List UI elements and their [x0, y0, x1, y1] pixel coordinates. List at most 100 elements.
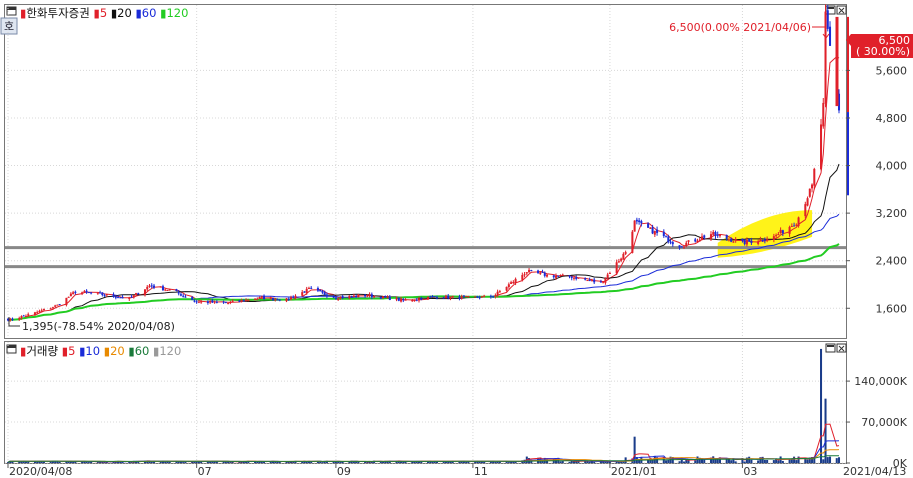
- candle-body: [152, 285, 156, 288]
- candle-body: [523, 274, 526, 276]
- candle-body: [826, 10, 829, 29]
- candle-body: [624, 252, 627, 254]
- candle-body: [159, 286, 162, 288]
- candle-body: [811, 184, 814, 189]
- candle-body: [341, 296, 344, 298]
- candle-body: [292, 296, 295, 298]
- candle-body: [294, 295, 297, 298]
- candle-body: [539, 272, 542, 274]
- volume-bar: [683, 461, 686, 463]
- candle-body: [274, 299, 277, 301]
- volume-bar: [431, 462, 434, 463]
- candle-body: [65, 297, 68, 306]
- candle-body: [444, 295, 447, 299]
- volume-bar: [617, 461, 620, 463]
- volume-bar: [750, 459, 753, 463]
- candle-body: [732, 241, 735, 243]
- candle-body: [683, 246, 686, 248]
- candle-body: [687, 240, 690, 242]
- x-tick-label: 03: [743, 465, 757, 478]
- candle-body: [772, 236, 775, 240]
- volume-bar: [483, 461, 486, 463]
- volume-bar: [559, 461, 562, 463]
- candle-body: [287, 298, 290, 300]
- candle-body: [175, 289, 178, 292]
- candle-body: [512, 281, 515, 283]
- candle-body: [694, 239, 697, 242]
- candle-body: [400, 298, 403, 302]
- candle-body: [22, 315, 25, 317]
- candle-body: [319, 289, 322, 292]
- candle-body: [99, 292, 102, 294]
- candle-body: [465, 295, 468, 297]
- candle-body: [700, 236, 704, 240]
- candle-body: [757, 241, 760, 244]
- candle-body: [631, 231, 634, 253]
- close-icon[interactable]: [836, 5, 847, 15]
- candle-body: [521, 275, 524, 280]
- volume-bar: [781, 460, 784, 463]
- price-tick-label: 4,800: [876, 112, 908, 125]
- volume-bar: [828, 456, 832, 463]
- candle-body: [40, 310, 43, 312]
- candle-body: [301, 292, 304, 296]
- volume-tick-label: 140,000K: [854, 375, 907, 388]
- candle-body: [305, 288, 308, 293]
- volume-bar: [793, 456, 796, 463]
- low-annotation: 1,395(-78.54% 2020/04/08): [22, 320, 175, 333]
- candle-body: [213, 301, 216, 303]
- volume-bar: [806, 459, 809, 463]
- volume-bar: [604, 461, 607, 463]
- candle-body: [795, 224, 798, 226]
- candle-body: [254, 299, 257, 301]
- candle-body: [761, 239, 764, 241]
- candle-body: [339, 296, 342, 299]
- price-range-bar-down: [847, 112, 849, 196]
- candle-body: [193, 300, 196, 302]
- current-change: ( 30.00%): [856, 45, 910, 58]
- volume-bar: [182, 462, 185, 463]
- candle-body: [725, 235, 728, 239]
- candle-body: [229, 301, 232, 303]
- candle-body: [33, 312, 36, 315]
- volume-bar: [510, 461, 513, 463]
- candle-body: [494, 295, 497, 297]
- candle-body: [828, 26, 832, 46]
- candle-body: [604, 278, 607, 283]
- high-annotation: 6,500(0.00% 2021/04/06): [669, 21, 811, 34]
- candle-body: [703, 235, 706, 238]
- current-price-badge: 6,500 ( 30.00%): [846, 34, 913, 58]
- candle-body: [489, 295, 492, 297]
- candle-body: [766, 239, 769, 241]
- candle-body: [474, 296, 477, 298]
- candle-body: [775, 235, 778, 237]
- candle-body: [662, 231, 665, 237]
- volume-bar: [820, 348, 823, 463]
- candle-body: [209, 301, 212, 303]
- vol-maximize-icon[interactable]: [825, 343, 836, 353]
- candle-body: [716, 234, 719, 236]
- candle-body: [227, 302, 230, 304]
- candle-body: [24, 315, 27, 317]
- candle-body: [269, 297, 272, 300]
- volume-bar: [795, 460, 798, 463]
- volume-bar: [665, 460, 668, 463]
- candle-body: [321, 290, 324, 293]
- candle-body: [166, 290, 169, 292]
- candle-body: [781, 230, 784, 234]
- volume-bar: [72, 461, 75, 463]
- candle-body: [727, 239, 730, 241]
- vol-close-icon[interactable]: [836, 343, 847, 353]
- volume-bar: [150, 461, 153, 463]
- candle-body: [395, 298, 398, 300]
- candle-body: [272, 297, 275, 300]
- candle-body: [417, 298, 421, 301]
- volume-bar: [703, 459, 706, 463]
- candle-body: [680, 246, 683, 248]
- candle-body: [665, 235, 668, 237]
- side-label-icon[interactable]: 호: [0, 17, 18, 35]
- price-tick-label: 2,400: [876, 255, 908, 268]
- volume-bar: [777, 460, 780, 463]
- candle-body: [588, 280, 591, 282]
- candle-body: [483, 295, 486, 297]
